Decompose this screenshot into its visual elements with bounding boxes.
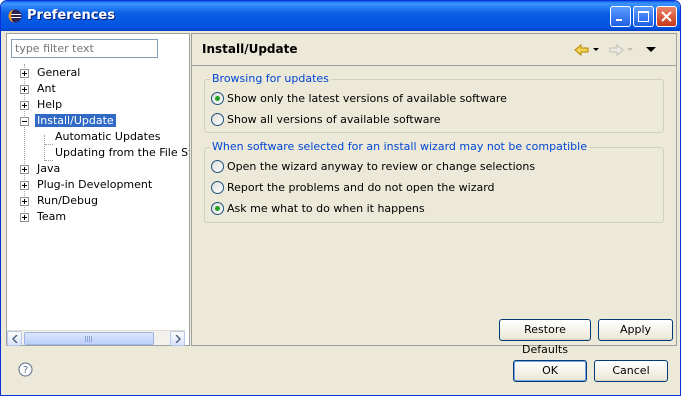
maximize-button[interactable] bbox=[633, 6, 654, 27]
selected-tree-label: Install/Update bbox=[35, 114, 116, 127]
scrollbar-thumb[interactable] bbox=[24, 332, 154, 345]
filter-input[interactable] bbox=[11, 39, 158, 58]
expand-icon[interactable] bbox=[20, 213, 29, 222]
tree-item-automatic-updates[interactable]: Automatic Updates bbox=[7, 129, 189, 145]
forward-arrow-icon[interactable] bbox=[608, 42, 624, 58]
tree-item-ant[interactable]: Ant bbox=[7, 81, 189, 97]
close-button[interactable] bbox=[656, 6, 677, 27]
minimize-icon bbox=[616, 19, 622, 21]
expand-icon[interactable] bbox=[20, 101, 29, 110]
view-menu-icon[interactable] bbox=[646, 47, 656, 53]
tree-item-updating-from-file-system[interactable]: Updating from the File Syst bbox=[7, 145, 189, 161]
page-title: Install/Update bbox=[202, 42, 298, 56]
minimize-button[interactable] bbox=[610, 6, 631, 27]
tree-item-help[interactable]: Help bbox=[7, 97, 189, 113]
window-title: Preferences bbox=[27, 8, 115, 23]
group-title: When software selected for an install wi… bbox=[210, 140, 589, 153]
preference-page: Install/Update Browsing for updates Show… bbox=[191, 33, 677, 356]
grip-icon bbox=[85, 336, 93, 342]
radio-open-wizard-anyway[interactable]: Open the wizard anyway to review or chan… bbox=[211, 159, 651, 175]
forward-dropdown-icon[interactable] bbox=[627, 48, 633, 52]
title-bar[interactable]: Preferences bbox=[1, 1, 680, 31]
expand-icon[interactable] bbox=[20, 69, 29, 78]
apply-button[interactable]: Apply bbox=[598, 319, 673, 341]
expand-icon[interactable] bbox=[20, 197, 29, 206]
chevron-left-icon bbox=[12, 335, 18, 343]
expand-icon[interactable] bbox=[20, 181, 29, 190]
tree-item-install-update[interactable]: Install/Update bbox=[7, 113, 189, 129]
tree-item-java[interactable]: Java bbox=[7, 161, 189, 177]
horizontal-scrollbar[interactable] bbox=[7, 330, 185, 346]
page-navigation bbox=[574, 42, 664, 58]
radio-button[interactable] bbox=[211, 181, 224, 194]
browsing-for-updates-group: Browsing for updates Show only the lates… bbox=[204, 72, 664, 133]
tree-item-team[interactable]: Team bbox=[7, 209, 189, 225]
header-separator bbox=[192, 65, 676, 66]
radio-button[interactable] bbox=[211, 160, 224, 173]
tree-item-plugin-development[interactable]: Plug-in Development bbox=[7, 177, 189, 193]
eclipse-icon bbox=[8, 9, 22, 23]
radio-report-problems[interactable]: Report the problems and do not open the … bbox=[211, 180, 651, 196]
radio-button[interactable] bbox=[211, 92, 224, 105]
ok-button[interactable]: OK bbox=[513, 360, 587, 382]
preferences-window: Preferences General Ant bbox=[0, 0, 681, 396]
compatibility-group: When software selected for an install wi… bbox=[204, 140, 664, 223]
chevron-right-icon bbox=[175, 335, 181, 343]
close-icon bbox=[661, 11, 672, 22]
maximize-icon bbox=[638, 11, 649, 22]
radio-button[interactable] bbox=[211, 202, 224, 215]
restore-defaults-button[interactable]: Restore Defaults bbox=[499, 319, 591, 356]
scroll-left-button[interactable] bbox=[7, 331, 22, 346]
expand-icon[interactable] bbox=[20, 165, 29, 174]
radio-ask-me[interactable]: Ask me what to do when it happens bbox=[211, 201, 651, 217]
help-icon[interactable]: ? bbox=[18, 362, 33, 377]
back-dropdown-icon[interactable] bbox=[593, 48, 599, 52]
expand-icon[interactable] bbox=[20, 85, 29, 94]
back-arrow-icon[interactable] bbox=[574, 42, 590, 58]
svg-text:?: ? bbox=[23, 365, 28, 376]
tree-item-general[interactable]: General bbox=[7, 65, 189, 81]
radio-latest-versions[interactable]: Show only the latest versions of availab… bbox=[211, 91, 651, 107]
group-title: Browsing for updates bbox=[210, 72, 331, 85]
preference-tree-panel: General Ant Help Install/Update Automati… bbox=[6, 33, 190, 346]
radio-all-versions[interactable]: Show all versions of available software bbox=[211, 112, 651, 128]
collapse-icon[interactable] bbox=[20, 117, 29, 126]
scroll-right-button[interactable] bbox=[170, 331, 185, 346]
tree-item-run-debug[interactable]: Run/Debug bbox=[7, 193, 189, 209]
cancel-button[interactable]: Cancel bbox=[594, 360, 668, 382]
radio-button[interactable] bbox=[211, 113, 224, 126]
